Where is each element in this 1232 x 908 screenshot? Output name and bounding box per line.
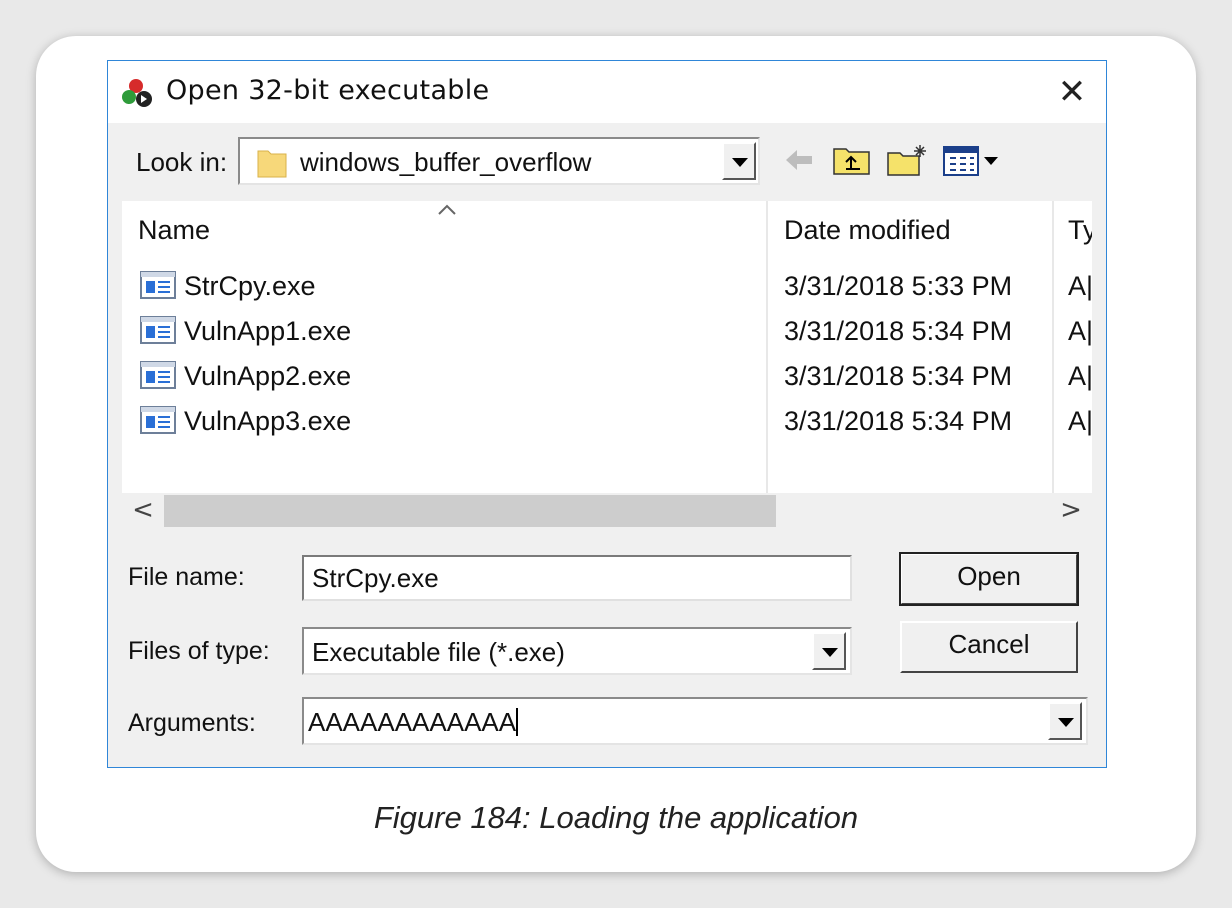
dialog-title: Open 32-bit executable: [166, 75, 490, 106]
scroll-left-button[interactable]: <: [128, 495, 158, 525]
filetype-value: Executable file (*.exe): [312, 637, 565, 667]
arguments-dropdown-button[interactable]: [1048, 702, 1082, 740]
file-list[interactable]: Name Date modified Ty StrCpy.exe 3/31/20…: [122, 201, 1092, 493]
file-name: StrCpy.exe: [184, 271, 316, 301]
file-type: A|: [1068, 361, 1092, 391]
back-arrow-icon[interactable]: [782, 143, 816, 177]
file-type: A|: [1068, 271, 1092, 301]
file-name: VulnApp1.exe: [184, 316, 352, 346]
arguments-input[interactable]: AAAAAAAAAAAA: [308, 707, 519, 738]
executable-file-icon: [140, 406, 176, 434]
view-menu-icon[interactable]: [942, 143, 1004, 177]
open-file-dialog: Open 32-bit executable ✕ Look in: window…: [107, 60, 1107, 768]
file-row[interactable]: VulnApp2.exe 3/31/2018 5:34 PM A|: [122, 355, 1092, 399]
filetype-dropdown-button[interactable]: [812, 632, 846, 670]
filename-input[interactable]: StrCpy.exe: [302, 555, 852, 601]
sort-ascending-icon: [438, 204, 456, 215]
figure-caption: Figure 184: Loading the application: [373, 800, 859, 835]
file-row[interactable]: StrCpy.exe 3/31/2018 5:33 PM A|: [122, 265, 1092, 309]
lookin-combobox[interactable]: windows_buffer_overflow: [238, 137, 760, 185]
lookin-label: Look in:: [136, 147, 228, 177]
file-type: A|: [1068, 406, 1092, 436]
file-type: A|: [1068, 316, 1092, 346]
close-button[interactable]: ✕: [1052, 73, 1092, 113]
column-header-date[interactable]: Date modified: [784, 215, 951, 246]
folder-icon: [257, 150, 287, 178]
arguments-combobox[interactable]: AAAAAAAAAAAA: [302, 697, 1088, 745]
arguments-label: Arguments:: [128, 709, 256, 737]
file-date: 3/31/2018 5:34 PM: [784, 316, 1013, 346]
title-bar: Open 32-bit executable ✕: [108, 61, 1106, 123]
file-row[interactable]: VulnApp1.exe 3/31/2018 5:34 PM A|: [122, 310, 1092, 354]
column-header-name[interactable]: Name: [138, 215, 210, 246]
file-row[interactable]: VulnApp3.exe 3/31/2018 5:34 PM A|: [122, 400, 1092, 444]
scroll-right-button[interactable]: >: [1056, 495, 1086, 525]
file-name: VulnApp2.exe: [184, 361, 352, 391]
app-icon: [122, 79, 152, 107]
file-date: 3/31/2018 5:33 PM: [784, 271, 1013, 301]
arguments-value: AAAAAAAAAAAA: [308, 707, 517, 737]
lookin-dropdown-button[interactable]: [722, 142, 756, 180]
filename-label: File name:: [128, 563, 245, 591]
lookin-value: windows_buffer_overflow: [300, 147, 592, 177]
text-cursor: [516, 708, 519, 736]
filetype-label: Files of type:: [128, 637, 270, 665]
horizontal-scrollbar[interactable]: < >: [122, 493, 1092, 529]
filetype-select[interactable]: Executable file (*.exe): [302, 627, 852, 675]
scrollbar-thumb[interactable]: [164, 495, 776, 527]
file-name: VulnApp3.exe: [184, 406, 352, 436]
executable-file-icon: [140, 271, 176, 299]
new-folder-icon[interactable]: [886, 143, 930, 177]
executable-file-icon: [140, 316, 176, 344]
file-date: 3/31/2018 5:34 PM: [784, 406, 1013, 436]
executable-file-icon: [140, 361, 176, 389]
file-date: 3/31/2018 5:34 PM: [784, 361, 1013, 391]
up-folder-icon[interactable]: [832, 143, 872, 177]
cancel-button[interactable]: Cancel: [900, 621, 1078, 673]
open-button[interactable]: Open: [899, 552, 1079, 606]
column-header-type[interactable]: Ty: [1068, 215, 1092, 246]
